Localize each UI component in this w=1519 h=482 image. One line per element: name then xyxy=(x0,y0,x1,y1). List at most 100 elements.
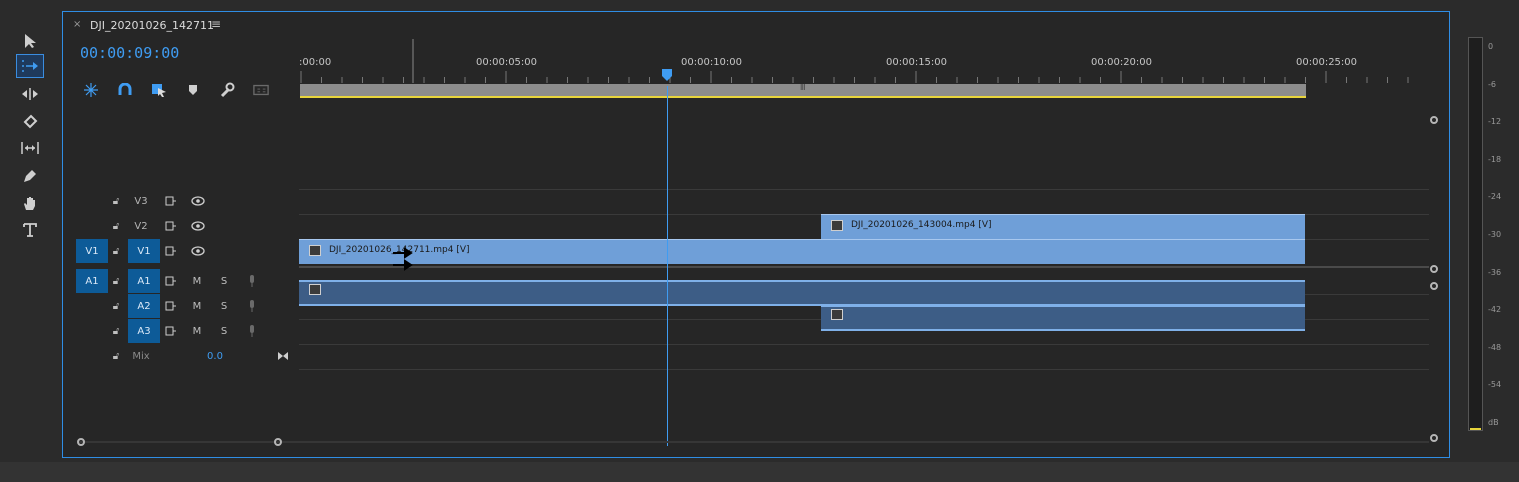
track-divider xyxy=(299,189,1429,190)
video-clip-v2[interactable]: DJI_20201026_143004.mp4 [V] xyxy=(821,214,1305,239)
playhead-timecode[interactable]: 00:00:09:00 xyxy=(80,44,179,62)
audio-clip-a2[interactable] xyxy=(821,305,1305,331)
track-header-v3: 🔓︎ V3 xyxy=(63,189,299,213)
sync-lock-icon[interactable] xyxy=(161,239,181,263)
work-area-bar[interactable]: Ⅲ xyxy=(300,83,1306,98)
drag-cursor-icon xyxy=(393,247,413,271)
snap-magnet-icon[interactable] xyxy=(117,82,133,98)
playhead-handle-icon[interactable] xyxy=(661,68,673,82)
captions-icon[interactable] xyxy=(253,82,269,98)
source-patch-a1[interactable]: A1 xyxy=(76,269,108,293)
playhead-line[interactable] xyxy=(667,86,668,446)
pen-tool-icon[interactable] xyxy=(17,165,43,187)
db-scale-label: -12 xyxy=(1488,117,1502,127)
source-patch-v1[interactable]: V1 xyxy=(76,239,108,263)
db-scale-label: -48 xyxy=(1488,342,1502,352)
settings-wrench-icon[interactable] xyxy=(219,82,235,98)
lock-icon[interactable]: 🔓︎ xyxy=(108,189,124,213)
microphone-icon[interactable] xyxy=(244,294,260,318)
db-scale-label: -54 xyxy=(1488,380,1502,390)
audio-clip-a1[interactable] xyxy=(299,280,1305,306)
sync-lock-icon[interactable] xyxy=(161,189,181,213)
track-name[interactable]: V2 xyxy=(128,214,154,238)
ruler-label: 00:00:10:00 xyxy=(681,57,743,68)
track-header-v2: 🔓︎ V2 xyxy=(63,214,299,238)
video-clip-v1[interactable]: DJI_20201026_142711.mp4 [V] xyxy=(299,239,1305,264)
db-scale-label: -30 xyxy=(1488,230,1502,239)
zoom-scroll-end-knob[interactable] xyxy=(274,438,282,446)
go-to-end-icon[interactable] xyxy=(275,344,291,368)
track-divider xyxy=(299,369,1429,370)
track-name[interactable]: A1 xyxy=(128,269,160,293)
ruler-label: 00:00:20:00 xyxy=(1091,57,1153,68)
db-scale-label: -36 xyxy=(1488,267,1502,277)
sequence-tab-title[interactable]: DJI_20201026_142711 xyxy=(90,19,214,32)
lock-icon[interactable]: 🔓︎ xyxy=(108,319,124,343)
ruler-label: 00:00:05:00 xyxy=(476,57,538,68)
track-name[interactable]: V1 xyxy=(128,239,160,263)
video-scroll-knob[interactable] xyxy=(1430,116,1438,124)
razor-tool-icon[interactable] xyxy=(17,110,43,132)
sync-lock-icon[interactable] xyxy=(161,214,181,238)
mute-button[interactable]: M xyxy=(189,294,205,318)
track-name[interactable]: A2 xyxy=(128,294,160,318)
sync-lock-icon[interactable] xyxy=(161,319,181,343)
ripple-edit-tool-icon[interactable] xyxy=(17,83,43,105)
lock-icon[interactable]: 🔓︎ xyxy=(108,344,124,368)
fx-badge-icon xyxy=(309,245,321,256)
solo-button[interactable]: S xyxy=(216,294,232,318)
db-scale-label: -42 xyxy=(1488,305,1502,315)
track-select-forward-tool-icon[interactable] xyxy=(16,54,44,78)
work-area-grip[interactable]: Ⅲ xyxy=(800,83,806,92)
eye-icon[interactable] xyxy=(188,239,208,263)
mute-button[interactable]: M xyxy=(189,319,205,343)
db-scale-label: -18 xyxy=(1488,154,1502,164)
video-audio-divider xyxy=(299,266,1429,268)
track-divider xyxy=(299,344,1429,345)
tools-panel xyxy=(0,0,58,462)
track-header-a2: 🔓︎ A2 M S xyxy=(63,294,299,318)
track-header-a1: A1 🔓︎ A1 M S xyxy=(63,269,299,293)
audio-scroll-knob[interactable] xyxy=(1430,434,1438,442)
time-ruler[interactable]: :00:00 00:00:05:00 00:00:10:00 00:00:15:… xyxy=(299,39,1429,101)
db-scale-label: -6 xyxy=(1488,79,1496,89)
clip-label: DJI_20201026_143004.mp4 [V] xyxy=(851,220,992,230)
track-name[interactable]: A3 xyxy=(128,319,160,343)
add-marker-icon[interactable] xyxy=(185,82,201,98)
lock-icon[interactable]: 🔓︎ xyxy=(108,269,124,293)
sync-lock-icon[interactable] xyxy=(161,294,181,318)
video-scroll-knob[interactable] xyxy=(1430,265,1438,273)
eye-icon[interactable] xyxy=(188,214,208,238)
microphone-icon[interactable] xyxy=(244,319,260,343)
slip-tool-icon[interactable] xyxy=(17,137,43,159)
mix-volume-value[interactable]: 0.0 xyxy=(201,344,229,368)
timeline-panel: × DJI_20201026_142711 ≡ 00:00:09:00 :00:… xyxy=(62,11,1450,458)
type-tool-icon[interactable] xyxy=(17,219,43,241)
solo-button[interactable]: S xyxy=(216,319,232,343)
timeline-tracks[interactable]: DJI_20201026_143004.mp4 [V] DJI_20201026… xyxy=(299,86,1438,446)
sync-lock-icon[interactable] xyxy=(161,269,181,293)
eye-icon[interactable] xyxy=(188,189,208,213)
zoom-scroll-start-knob[interactable] xyxy=(77,438,85,446)
selection-tool-icon[interactable] xyxy=(17,30,43,52)
lock-icon[interactable]: 🔓︎ xyxy=(108,239,124,263)
track-name[interactable]: V3 xyxy=(128,189,154,213)
audio-scroll-knob[interactable] xyxy=(1430,282,1438,290)
hand-tool-icon[interactable] xyxy=(17,192,43,214)
track-headers: 🔓︎ V3 🔓︎ V2 V1 🔓︎ V1 A1 🔓︎ A1 M S 🔓︎ A2 … xyxy=(63,189,299,369)
track-header-a3: 🔓︎ A3 M S xyxy=(63,319,299,343)
close-tab-icon[interactable]: × xyxy=(73,19,81,30)
ruler-label: :00:00 xyxy=(299,57,332,68)
audio-meter-panel: 0 -6 -12 -18 -24 -30 -36 -42 -48 -54 dB xyxy=(1458,11,1518,458)
linked-selection-icon[interactable] xyxy=(151,82,167,98)
nest-sequence-icon[interactable] xyxy=(83,82,99,98)
panel-menu-icon[interactable]: ≡ xyxy=(211,17,221,31)
lock-icon[interactable]: 🔓︎ xyxy=(108,214,124,238)
ruler-label: 00:00:15:00 xyxy=(886,57,948,68)
audio-level-meter xyxy=(1468,37,1483,431)
lock-icon[interactable]: 🔓︎ xyxy=(108,294,124,318)
microphone-icon[interactable] xyxy=(244,269,260,293)
solo-button[interactable]: S xyxy=(216,269,232,293)
db-scale-label: dB xyxy=(1488,418,1499,427)
mute-button[interactable]: M xyxy=(189,269,205,293)
